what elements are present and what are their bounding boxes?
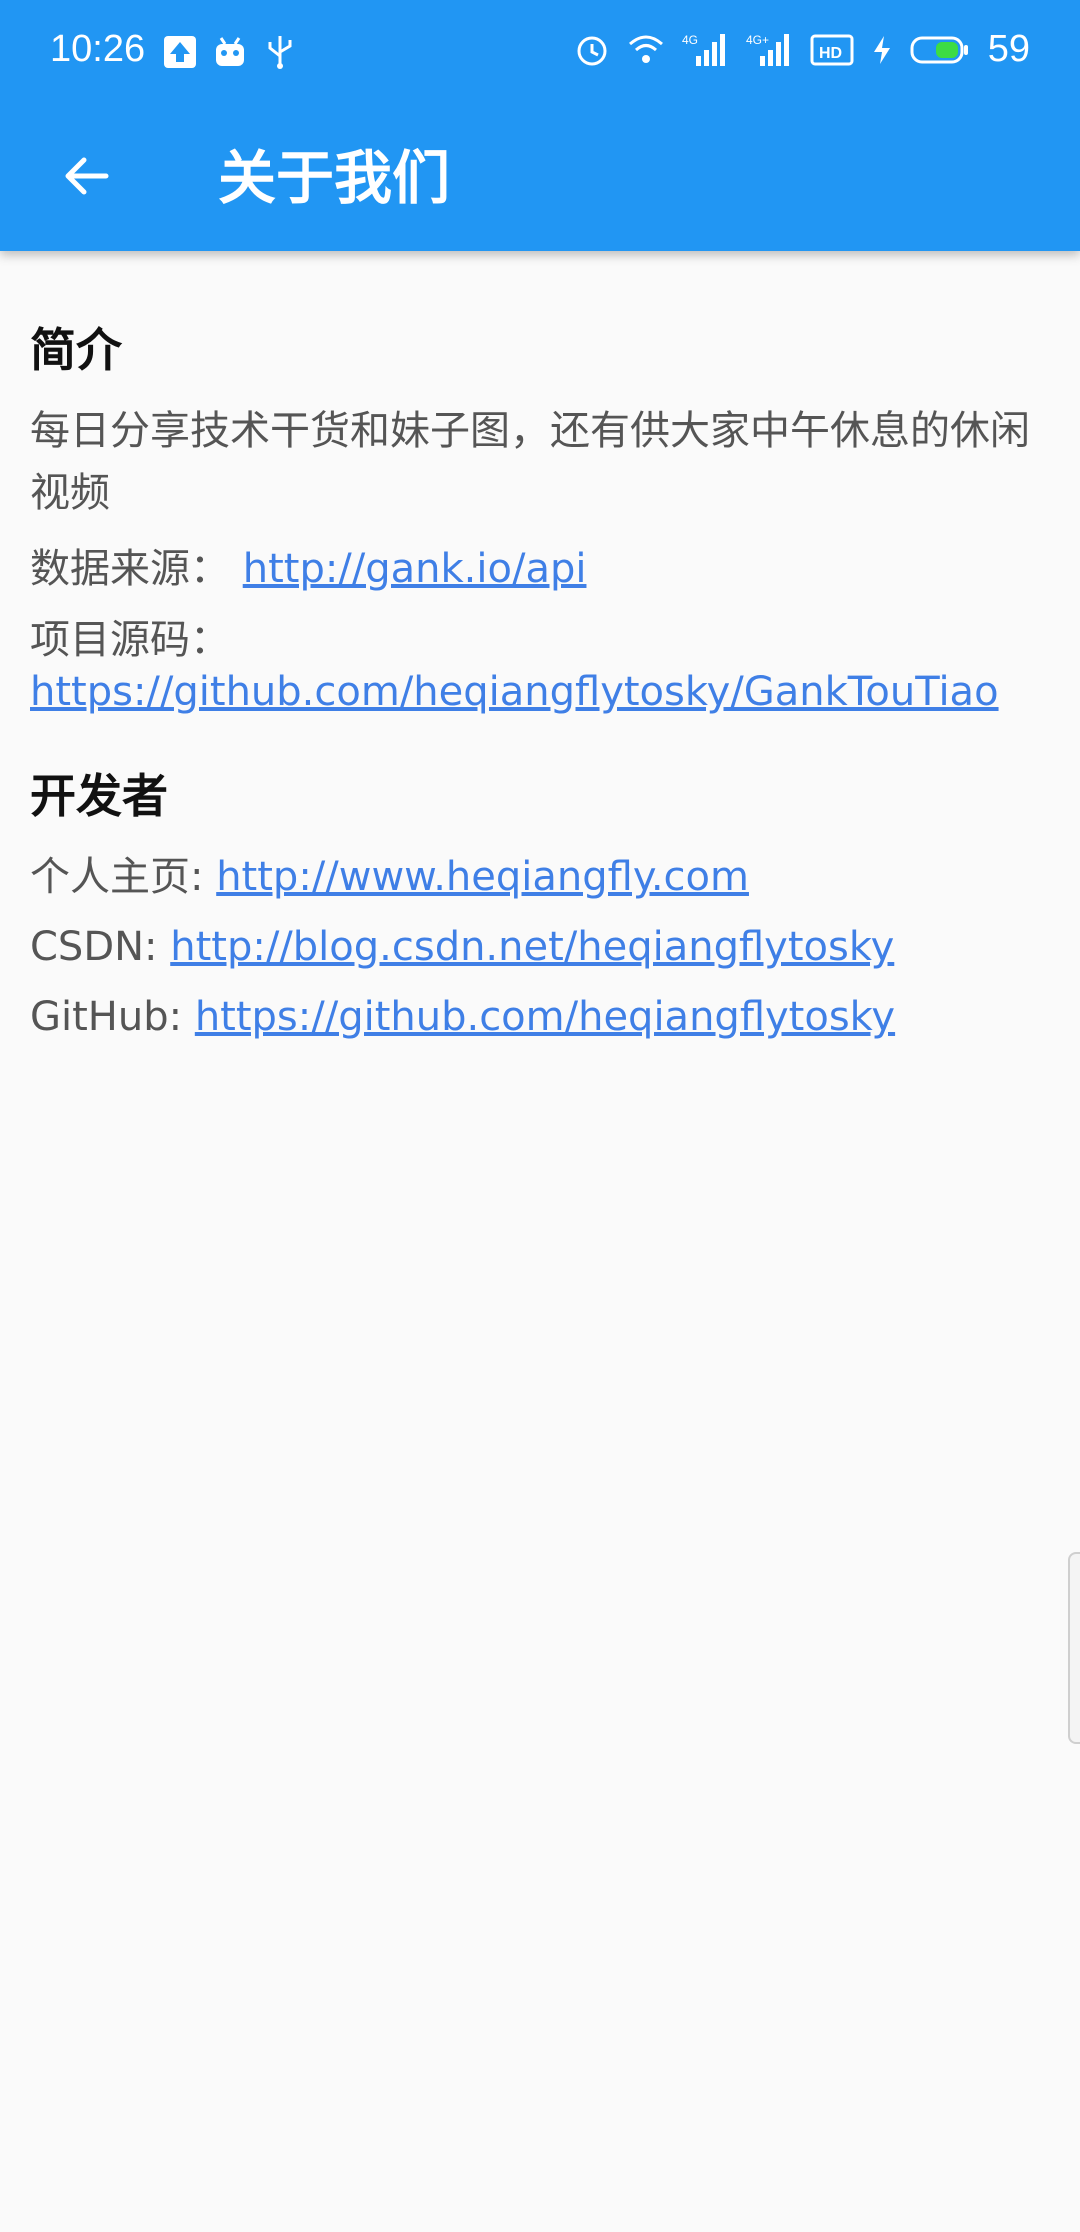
signal-4g-plus-icon: 4G+ bbox=[746, 32, 792, 68]
github-link[interactable]: https://github.com/heqiangflytosky bbox=[195, 994, 895, 1040]
csdn-row: CSDN: http://blog.csdn.net/heqiangflytos… bbox=[30, 916, 1060, 978]
arrow-back-icon bbox=[58, 148, 114, 208]
intro-description: 每日分享技术干货和妹子图，还有供大家中午休息的休闲视频 bbox=[30, 408, 1030, 516]
project-source-label: 项目源码： bbox=[30, 617, 230, 663]
data-source-link[interactable]: http://gank.io/api bbox=[243, 546, 587, 592]
project-source-row: 项目源码： https://github.com/heqiangflytosky… bbox=[30, 614, 1060, 718]
usb-icon bbox=[262, 34, 298, 70]
status-bar: 10:26 4G 4G+ HD 59 bbox=[0, 0, 1080, 108]
back-button[interactable] bbox=[44, 136, 128, 220]
wifi-icon bbox=[628, 32, 664, 68]
battery-icon bbox=[910, 32, 970, 68]
csdn-link[interactable]: http://blog.csdn.net/heqiangflytosky bbox=[170, 924, 894, 970]
battery-level: 59 bbox=[987, 28, 1030, 70]
status-time: 10:26 bbox=[50, 28, 146, 70]
svg-text:HD: HD bbox=[819, 45, 842, 62]
toolbar: 关于我们 bbox=[0, 108, 1080, 251]
github-label: GitHub: bbox=[30, 994, 195, 1040]
data-source-row: 数据来源： http://gank.io/api bbox=[30, 538, 1060, 600]
signal-4g-icon: 4G bbox=[682, 32, 728, 68]
hd-icon: HD bbox=[810, 32, 854, 68]
alarm-icon bbox=[574, 32, 610, 68]
homepage-label: 个人主页: bbox=[30, 854, 217, 900]
homepage-row: 个人主页: http://www.heqiangfly.com bbox=[30, 846, 1060, 908]
data-source-label: 数据来源： bbox=[30, 546, 230, 592]
status-right-icons: 4G 4G+ HD 59 bbox=[574, 28, 1030, 71]
svg-text:4G: 4G bbox=[682, 33, 698, 47]
android-icon bbox=[212, 34, 248, 70]
app-bar: 10:26 4G 4G+ HD 59 关于我们 bbox=[0, 0, 1080, 251]
github-row: GitHub: https://github.com/heqiangflytos… bbox=[30, 986, 1060, 1048]
csdn-label: CSDN: bbox=[30, 924, 171, 970]
intro-heading: 简介 bbox=[30, 323, 122, 377]
upload-icon bbox=[162, 34, 198, 70]
svg-text:4G+: 4G+ bbox=[746, 33, 769, 47]
homepage-link[interactable]: http://www.heqiangfly.com bbox=[216, 854, 749, 900]
about-content: 简介 每日分享技术干货和妹子图，还有供大家中午休息的休闲视频 数据来源： htt… bbox=[30, 320, 1060, 1056]
project-source-link[interactable]: https://github.com/heqiangflytosky/GankT… bbox=[30, 666, 1060, 718]
developer-heading: 开发者 bbox=[30, 769, 168, 823]
page-title: 关于我们 bbox=[218, 144, 451, 212]
status-left-icons bbox=[162, 34, 298, 70]
charging-icon bbox=[872, 32, 892, 68]
scroll-handle[interactable] bbox=[1068, 1552, 1080, 1744]
